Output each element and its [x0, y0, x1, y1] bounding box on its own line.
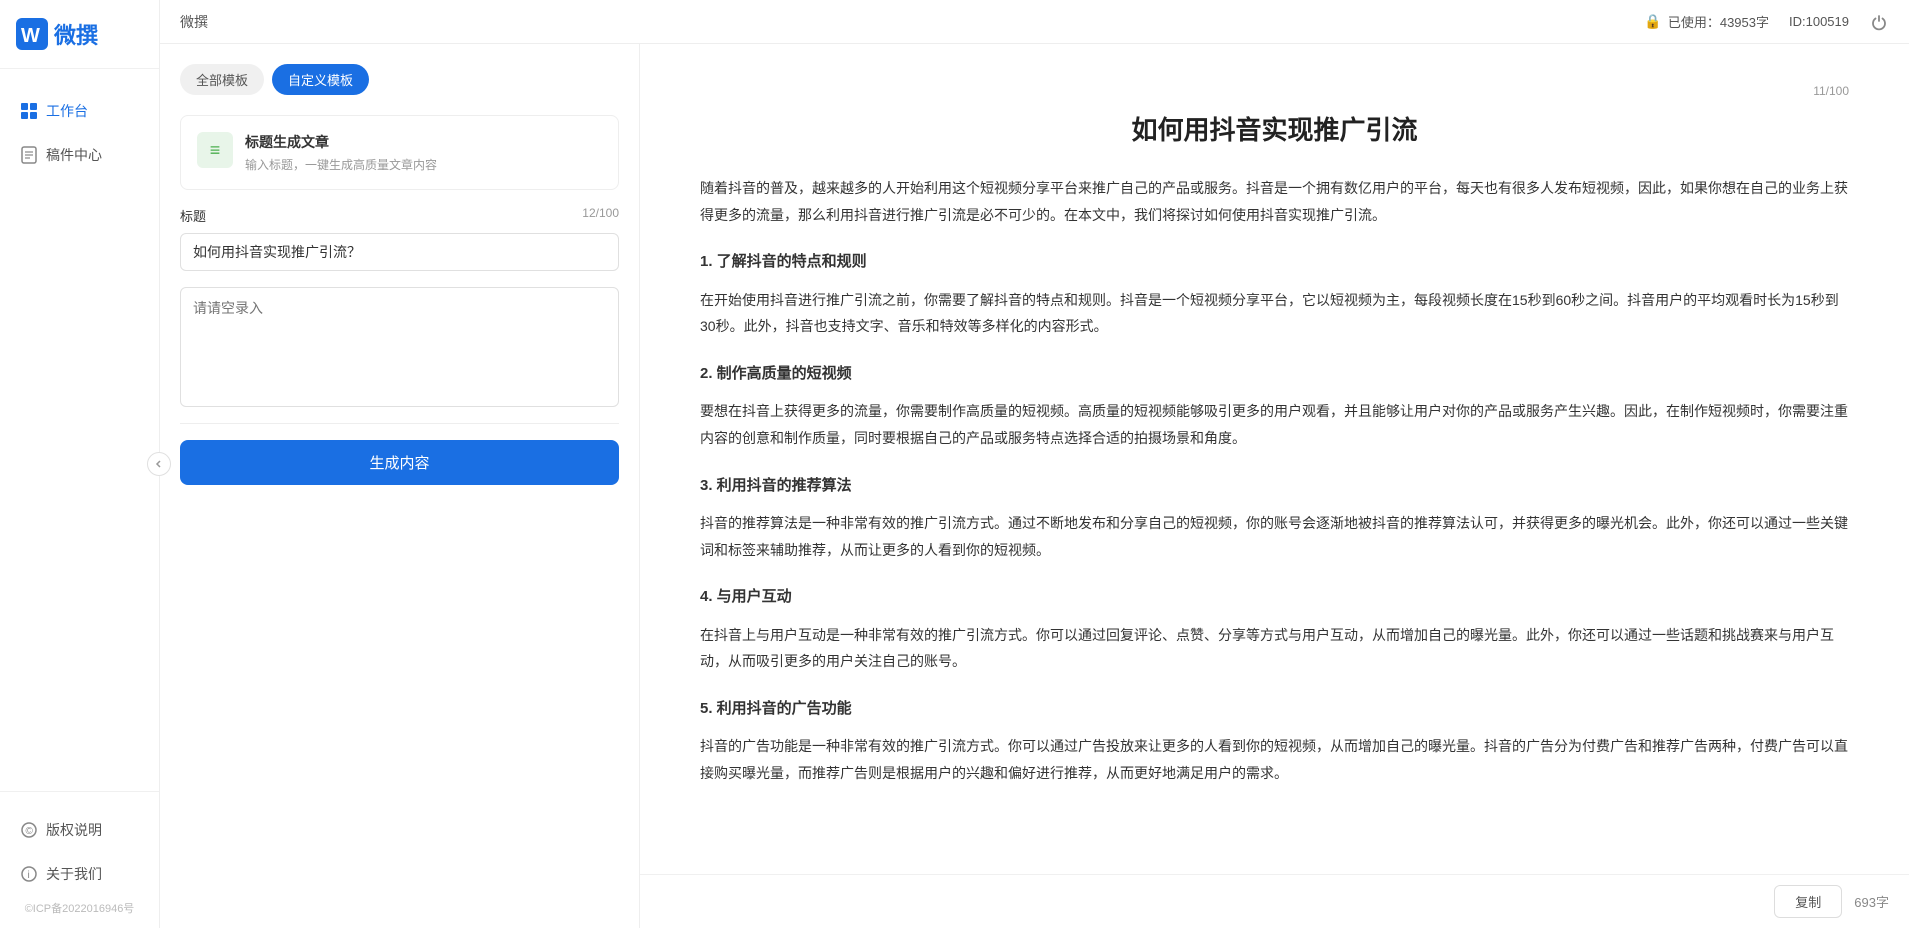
article-container[interactable]: 11/100 如何用抖音实现推广引流 随着抖音的普及，越来越多的人开始利用这个短…	[640, 44, 1909, 874]
svg-text:W: W	[21, 25, 40, 47]
article-para-6: 抖音的广告功能是一种非常有效的推广引流方式。你可以通过广告投放来让更多的人看到你…	[700, 733, 1849, 786]
sidebar-nav: 工作台 稿件中心	[0, 69, 159, 791]
workbench-icon	[20, 102, 38, 120]
power-button[interactable]	[1869, 12, 1889, 32]
article-heading-2: 2. 制作高质量的短视频	[700, 360, 1849, 389]
topbar: 微撰 🔒 已使用：43953字 ID:100519	[160, 0, 1909, 44]
title-input[interactable]	[180, 233, 619, 271]
sidebar-item-drafts[interactable]: 稿件中心	[0, 133, 159, 177]
generate-button[interactable]: 生成内容	[180, 440, 619, 485]
article-para-2: 在开始使用抖音进行推广引流之前，你需要了解抖音的特点和规则。抖音是一个短视频分享…	[700, 287, 1849, 340]
sidebar-item-about[interactable]: i 关于我们	[0, 852, 159, 896]
main-area: 微撰 🔒 已使用：43953字 ID:100519	[160, 0, 1909, 928]
left-panel: 全部模板 自定义模板 ≡ 标题生成文章 输入标题，一键生成高质量文章内容 标题	[160, 44, 640, 928]
keywords-textarea[interactable]	[180, 287, 619, 407]
article-para-1: 随着抖音的普及，越来越多的人开始利用这个短视频分享平台来推广自己的产品或服务。抖…	[700, 175, 1849, 228]
sidebar-item-drafts-label: 稿件中心	[46, 145, 102, 165]
drafts-icon	[20, 146, 38, 164]
article-para-4: 抖音的推荐算法是一种非常有效的推广引流方式。通过不断地发布和分享自己的短视频，你…	[700, 510, 1849, 563]
about-icon: i	[20, 865, 38, 883]
article-body: 随着抖音的普及，越来越多的人开始利用这个短视频分享平台来推广自己的产品或服务。抖…	[700, 175, 1849, 787]
logo-area: W 微撰	[0, 0, 159, 69]
article-para-5: 在抖音上与用户互动是一种非常有效的推广引流方式。你可以通过回复评论、点赞、分享等…	[700, 622, 1849, 675]
svg-text:i: i	[28, 870, 30, 881]
word-count-badge: 693字	[1854, 892, 1889, 911]
usage-icon: 🔒	[1644, 13, 1661, 30]
article-heading-5: 5. 利用抖音的广告功能	[700, 695, 1849, 724]
right-panel: 11/100 如何用抖音实现推广引流 随着抖音的普及，越来越多的人开始利用这个短…	[640, 44, 1909, 928]
copyright-icon: ©	[20, 821, 38, 839]
logo-text: 微撰	[54, 18, 98, 50]
article-heading-3: 3. 利用抖音的推荐算法	[700, 472, 1849, 501]
app-layout: W 微撰 工作台	[0, 0, 1909, 928]
title-form-group: 标题 12/100	[180, 206, 619, 271]
svg-text:©: ©	[26, 826, 34, 837]
title-label-row: 标题 12/100	[180, 206, 619, 225]
logo-icon: W	[16, 18, 48, 50]
usage-label: 已使用：43953字	[1668, 12, 1769, 31]
sidebar-item-workbench-label: 工作台	[46, 101, 88, 121]
sidebar: W 微撰 工作台	[0, 0, 160, 928]
article-footer: 复制 693字	[640, 874, 1909, 928]
template-info: 标题生成文章 输入标题，一键生成高质量文章内容	[245, 132, 437, 173]
title-label: 标题	[180, 206, 206, 225]
footer-copyright: ©ICP备2022016946号	[0, 896, 159, 920]
template-icon-symbol: ≡	[210, 140, 221, 161]
template-description: 输入标题，一键生成高质量文章内容	[245, 156, 437, 173]
copyright-label: 版权说明	[46, 820, 102, 840]
template-icon: ≡	[197, 132, 233, 168]
tab-custom-templates[interactable]: 自定义模板	[272, 64, 369, 95]
article-heading-1: 1. 了解抖音的特点和规则	[700, 248, 1849, 277]
article-page-num: 11/100	[700, 84, 1849, 98]
sidebar-bottom: © 版权说明 i 关于我们 ©ICP备2022016946号	[0, 791, 159, 928]
article-heading-4: 4. 与用户互动	[700, 583, 1849, 612]
topbar-right: 🔒 已使用：43953字 ID:100519	[1644, 12, 1889, 32]
about-label: 关于我们	[46, 864, 102, 884]
user-id: ID:100519	[1789, 14, 1849, 29]
title-char-count: 12/100	[582, 206, 619, 225]
tab-bar: 全部模板 自定义模板	[180, 64, 619, 95]
sidebar-collapse-button[interactable]	[147, 452, 171, 476]
article-para-3: 要想在抖音上获得更多的流量，你需要制作高质量的短视频。高质量的短视频能够吸引更多…	[700, 398, 1849, 451]
article-title: 如何用抖音实现推广引流	[700, 110, 1849, 147]
template-card[interactable]: ≡ 标题生成文章 输入标题，一键生成高质量文章内容	[180, 115, 619, 190]
sidebar-item-workbench[interactable]: 工作台	[0, 89, 159, 133]
copy-button[interactable]: 复制	[1774, 885, 1842, 918]
topbar-title: 微撰	[180, 12, 208, 32]
template-title: 标题生成文章	[245, 132, 437, 152]
sidebar-item-copyright[interactable]: © 版权说明	[0, 808, 159, 852]
divider	[180, 423, 619, 424]
content-area: 全部模板 自定义模板 ≡ 标题生成文章 输入标题，一键生成高质量文章内容 标题	[160, 44, 1909, 928]
usage-info: 🔒 已使用：43953字	[1644, 12, 1769, 31]
tab-all-templates[interactable]: 全部模板	[180, 64, 264, 95]
